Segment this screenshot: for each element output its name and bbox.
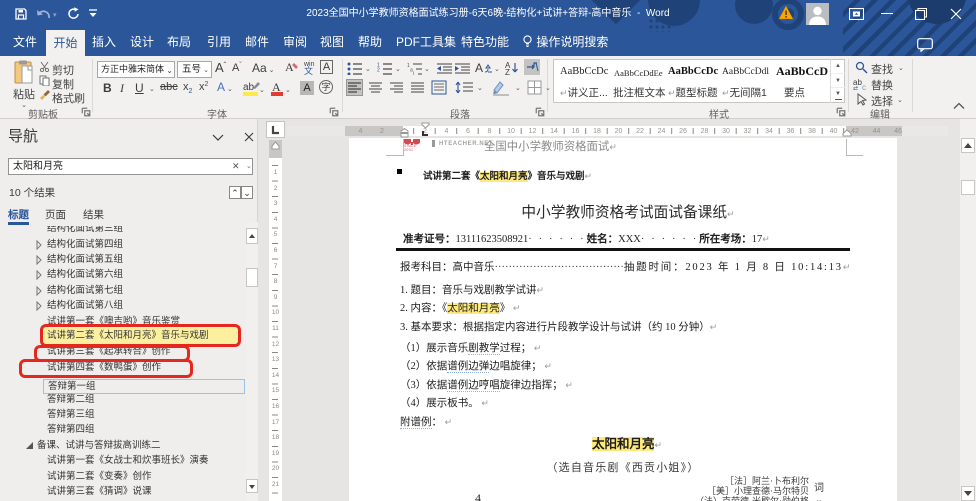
svg-text:Z: Z <box>505 68 510 76</box>
svg-text:i: i <box>413 71 414 75</box>
svg-text:⇄: ⇄ <box>853 85 858 90</box>
svg-text:⌄: ⌄ <box>285 87 291 94</box>
svg-text:A: A <box>475 61 483 75</box>
svg-text:ab: ab <box>243 82 255 93</box>
svg-text:A: A <box>285 60 294 74</box>
svg-text:c: c <box>862 83 866 90</box>
svg-text:⌄: ⌄ <box>259 87 265 94</box>
svg-text:文: 文 <box>304 65 313 75</box>
svg-text:2: 2 <box>377 68 380 74</box>
svg-text:A: A <box>272 80 281 94</box>
